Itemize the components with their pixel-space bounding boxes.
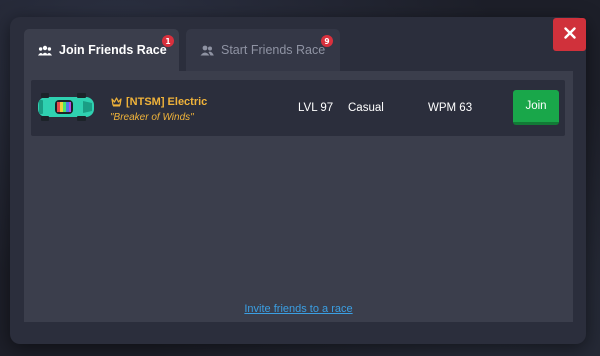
friend-race-row: [NTSM] Electric "Breaker of Winds" LVL 9… xyxy=(31,80,565,136)
tab-join-friends-race[interactable]: Join Friends Race 1 xyxy=(24,29,179,71)
friends-race-modal: Join Friends Race 1 Start Friends Race 9 xyxy=(10,17,586,344)
player-wpm: WPM 63 xyxy=(428,102,473,114)
crown-icon xyxy=(111,97,122,107)
close-button[interactable] xyxy=(553,18,586,51)
notification-badge: 1 xyxy=(162,35,174,47)
tab-label: Start Friends Race xyxy=(221,43,326,57)
close-icon xyxy=(563,26,576,44)
player-title: "Breaker of Winds" xyxy=(110,112,194,123)
tab-start-friends-race[interactable]: Start Friends Race 9 xyxy=(186,29,340,71)
invite-friends-link[interactable]: Invite friends to a race xyxy=(244,303,352,315)
group-icon xyxy=(38,45,52,56)
invite-friends-container: Invite friends to a race xyxy=(24,303,573,315)
car-icon xyxy=(37,92,95,127)
race-mode: Casual xyxy=(348,102,384,114)
join-button[interactable]: Join xyxy=(513,90,559,125)
player-level: LVL 97 xyxy=(298,102,334,114)
notification-badge: 9 xyxy=(321,35,333,47)
friends-icon xyxy=(200,45,214,56)
friends-race-list-panel: [NTSM] Electric "Breaker of Winds" LVL 9… xyxy=(24,71,573,322)
player-name[interactable]: [NTSM] Electric xyxy=(126,96,207,108)
tab-label: Join Friends Race xyxy=(59,43,167,57)
